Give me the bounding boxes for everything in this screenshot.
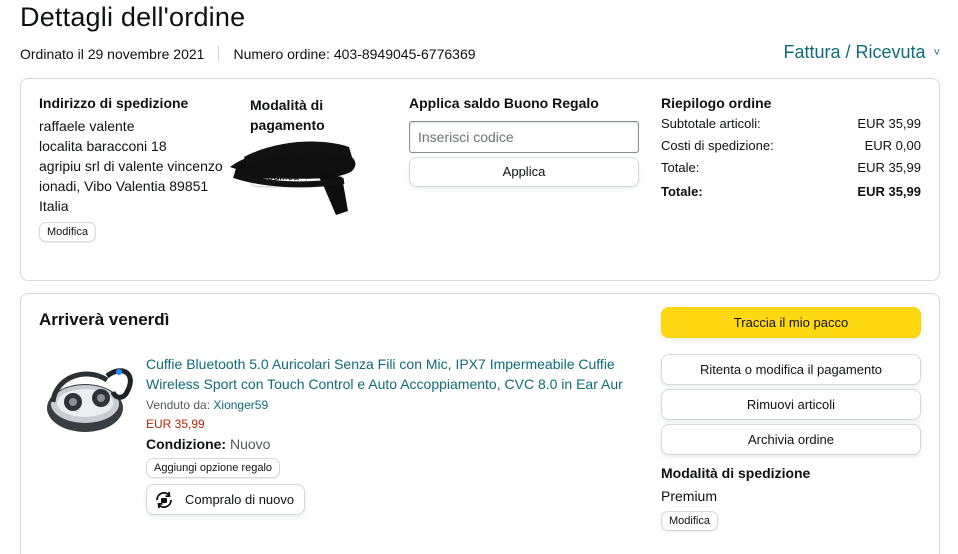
- archive-order-button[interactable]: Archivia ordine: [661, 424, 921, 455]
- remove-items-button[interactable]: Rimuovi articoli: [661, 389, 921, 420]
- address-line: localita baracconi 18: [39, 138, 167, 154]
- reorder-cycle-icon: [156, 491, 172, 508]
- earbuds-product-image[interactable]: [45, 358, 135, 444]
- condition-value: Nuovo: [230, 436, 271, 452]
- condition-label: Condizione:: [146, 436, 227, 452]
- address-modify-button[interactable]: Modifica: [39, 222, 96, 242]
- address-line: ionadi, Vibo Valentia 89851: [39, 178, 209, 194]
- gift-card-section: Applica saldo Buono Regalo Inserisci cod…: [409, 95, 641, 187]
- buy-again-button[interactable]: Compralo di nuovo: [146, 484, 306, 515]
- grand-total-row: Totale: EUR 35,99: [661, 181, 921, 203]
- divider: [218, 46, 220, 62]
- arrival-heading: Arriverà venerdì: [39, 310, 170, 329]
- shipping-address-section: Indirizzo di spedizione raffaele valente…: [39, 95, 239, 242]
- condition-line: Condizione: Nuovo: [146, 434, 636, 454]
- shipment-actions: Traccia il mio pacco Ritenta o modifica …: [661, 307, 921, 531]
- address-line: Italia: [39, 198, 69, 214]
- order-summary: Riepilogo ordine Subtotale articoli: EUR…: [661, 95, 921, 203]
- summary-label: Subtotale articoli:: [661, 116, 761, 131]
- sold-by-label: Venduto da:: [146, 398, 211, 412]
- apply-button[interactable]: Applica: [409, 157, 639, 187]
- product-details: Cuffie Bluetooth 5.0 Auricolari Senza Fi…: [146, 354, 636, 516]
- order-meta: Ordinato il 29 novembre 2021 Numero ordi…: [20, 46, 476, 62]
- order-number: Numero ordine: 403-8949045-6776369: [233, 46, 476, 62]
- address-line: raffaele valente: [39, 118, 135, 134]
- seller-link[interactable]: Xionger59: [213, 398, 268, 412]
- address-line: agripiu srl di valente vincenzo: [39, 158, 223, 174]
- invoice-label[interactable]: Fattura / Ricevuta: [784, 42, 926, 63]
- address-lines: raffaele valente localita baracconi 18 a…: [39, 116, 239, 216]
- summary-row: Totale: EUR 35,99: [661, 157, 921, 179]
- chevron-down-icon[interactable]: ˅: [934, 47, 940, 59]
- page-title: Dettagli dell'ordine: [20, 2, 246, 32]
- summary-value: EUR 35,99: [857, 116, 921, 131]
- add-gift-option-button[interactable]: Aggiungi opzione regalo: [146, 458, 281, 478]
- gift-card-title: Applica saldo Buono Regalo: [409, 95, 599, 111]
- summary-label: Totale:: [661, 160, 700, 175]
- gift-code-input[interactable]: Inserisci codice: [409, 121, 639, 153]
- shipping-modify-button[interactable]: Modifica: [661, 511, 718, 531]
- shipping-method-value: Premium: [661, 488, 718, 504]
- summary-title: Riepilogo ordine: [661, 95, 772, 111]
- summary-value: EUR 35,99: [857, 160, 921, 175]
- order-info-card: Indirizzo di spedizione raffaele valente…: [20, 78, 940, 281]
- product-price: EUR 35,99: [146, 417, 205, 431]
- invoice-dropdown[interactable]: Fattura / Ricevuta ˅: [784, 42, 941, 63]
- grand-total-value: EUR 35,99: [857, 184, 921, 199]
- grand-total-label: Totale:: [661, 184, 703, 199]
- seller-line: Venduto da: Xionger59: [146, 396, 636, 414]
- payment-section: Modalità di pagamento Modifica: [230, 95, 360, 215]
- shipment-card: Arriverà venerdì Cuffie Bluetooth 5.0 Au…: [20, 293, 940, 554]
- summary-label: Costi di spedizione:: [661, 138, 774, 153]
- track-package-button[interactable]: Traccia il mio pacco: [661, 307, 921, 338]
- retry-payment-button[interactable]: Ritenta o modifica il pagamento: [661, 354, 921, 385]
- shipping-method-title: Modalità di spedizione: [661, 465, 811, 481]
- summary-row: Costi di spedizione: EUR 0,00: [661, 135, 921, 157]
- summary-value: EUR 0,00: [864, 138, 921, 153]
- product-title-link[interactable]: Cuffie Bluetooth 5.0 Auricolari Senza Fi…: [146, 354, 636, 394]
- buy-again-label[interactable]: Compralo di nuovo: [185, 492, 294, 507]
- redaction-scribble: [230, 141, 356, 215]
- summary-row: Subtotale articoli: EUR 35,99: [661, 113, 921, 135]
- order-date: Ordinato il 29 novembre 2021: [20, 46, 205, 62]
- shipping-address-title: Indirizzo di spedizione: [39, 95, 189, 111]
